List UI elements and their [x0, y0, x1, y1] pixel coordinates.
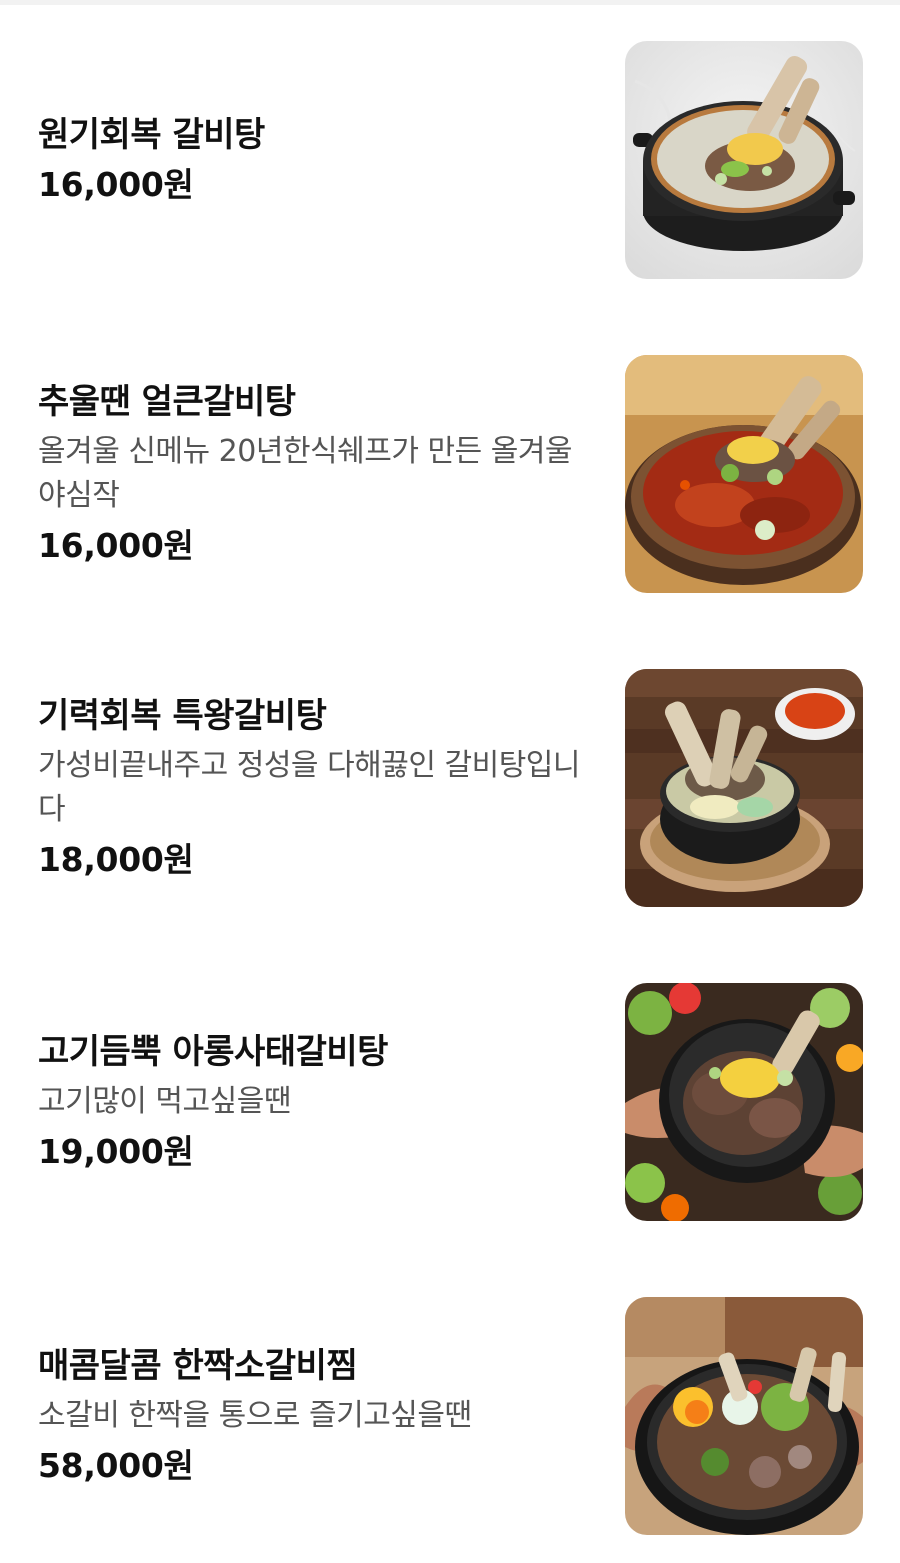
menu-item[interactable]: 추울땐 얼큰갈비탕 올겨울 신메뉴 20년한식쉐프가 만든 올겨울 야심작 16… [0, 355, 900, 593]
menu-item-description: 가성비끝내주고 정성을 다해끓인 갈비탕입니다 [38, 748, 581, 827]
spicy-galbitang-photo[interactable] [625, 355, 863, 593]
menu-item-description: 고기많이 먹고싶을땐 [38, 1084, 291, 1119]
menu-item-price: 58,000원 [38, 1446, 194, 1485]
menu-item-price: 16,000원 [38, 165, 194, 204]
menu-item[interactable]: 매콤달콤 한짝소갈비찜 소갈비 한짝을 통으로 즐기고싶을땐 58,000원 [0, 1297, 900, 1535]
menu-item-name: 추울땐 얼큰갈비탕 [38, 382, 296, 422]
menu-item[interactable]: 원기회복 갈비탕 16,000원 [0, 41, 900, 279]
menu-item-price: 16,000원 [38, 526, 194, 565]
menu-item-info: 고기듬뿍 아롱사태갈비탕 고기많이 먹고싶을땐 19,000원 [38, 983, 593, 1221]
menu-item-name: 기력회복 특왕갈비탕 [38, 696, 327, 736]
menu-item-name: 매콤달콤 한짝소갈비찜 [38, 1346, 358, 1386]
menu-item-info: 원기회복 갈비탕 16,000원 [38, 41, 593, 279]
king-galbitang-photo[interactable] [625, 669, 863, 907]
braised-short-ribs-photo[interactable] [625, 1297, 863, 1535]
menu-item-info: 기력회복 특왕갈비탕 가성비끝내주고 정성을 다해끓인 갈비탕입니다 18,00… [38, 669, 593, 907]
shank-galbitang-photo[interactable] [625, 983, 863, 1221]
menu-item-description: 올겨울 신메뉴 20년한식쉐프가 만든 올겨울 야심작 [38, 434, 573, 513]
menu-list: 원기회복 갈비탕 16,000원 추울땐 얼큰갈비탕 올겨울 신메뉴 20년한식… [0, 0, 900, 1563]
menu-item-info: 추울땐 얼큰갈비탕 올겨울 신메뉴 20년한식쉐프가 만든 올겨울 야심작 16… [38, 355, 593, 593]
menu-item[interactable]: 고기듬뿍 아롱사태갈비탕 고기많이 먹고싶을땐 19,000원 [0, 983, 900, 1221]
galbitang-clear-soup-photo[interactable] [625, 41, 863, 279]
menu-item-description: 소갈비 한짝을 통으로 즐기고싶을땐 [38, 1398, 472, 1433]
menu-item-price: 18,000원 [38, 840, 194, 879]
menu-item-name: 원기회복 갈비탕 [38, 115, 265, 155]
menu-item[interactable]: 기력회복 특왕갈비탕 가성비끝내주고 정성을 다해끓인 갈비탕입니다 18,00… [0, 669, 900, 907]
menu-item-price: 19,000원 [38, 1132, 194, 1171]
menu-item-info: 매콤달콤 한짝소갈비찜 소갈비 한짝을 통으로 즐기고싶을땐 58,000원 [38, 1297, 593, 1535]
menu-item-name: 고기듬뿍 아롱사태갈비탕 [38, 1032, 388, 1072]
